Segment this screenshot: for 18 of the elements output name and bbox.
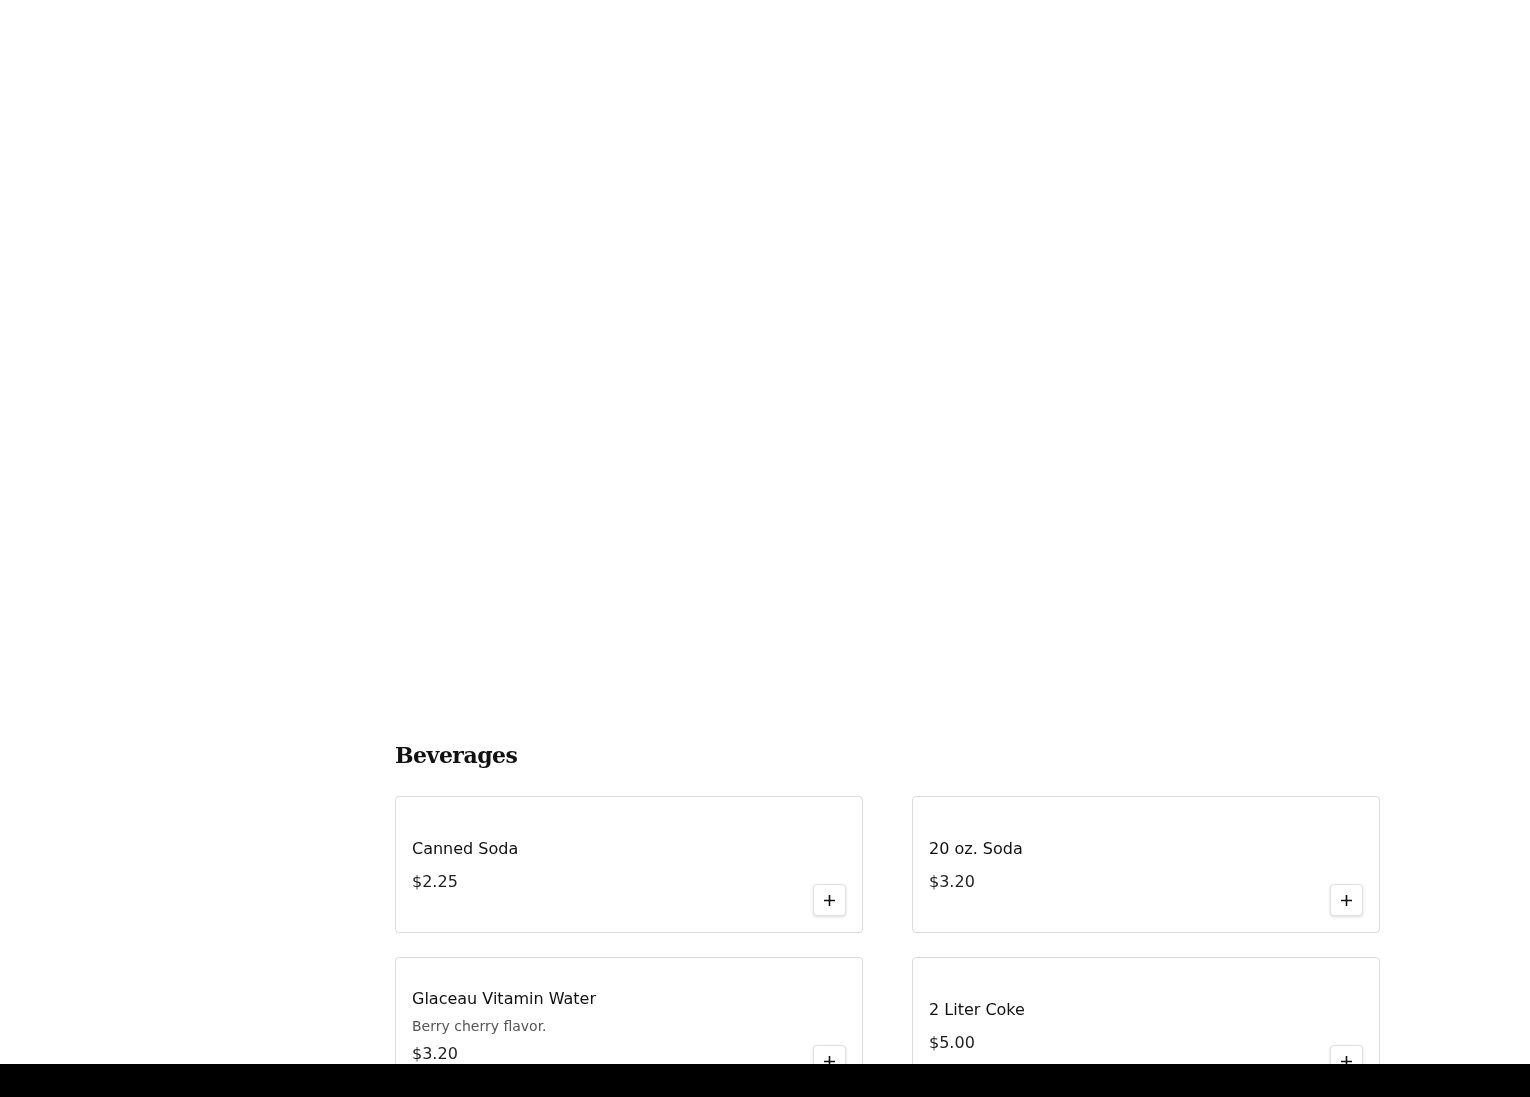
item-name: 20 oz. Soda xyxy=(929,838,1023,858)
plus-icon xyxy=(824,894,835,906)
menu-item-card[interactable]: 20 oz. Soda $3.20 xyxy=(912,796,1380,933)
plus-icon xyxy=(824,1055,835,1064)
item-name: Glaceau Vitamin Water xyxy=(412,988,596,1008)
item-description: Berry cherry flavor. xyxy=(412,1017,547,1034)
section-title: Beverages xyxy=(395,742,518,768)
plus-icon xyxy=(1341,894,1352,906)
item-name: Canned Soda xyxy=(412,838,519,858)
item-price: $2.25 xyxy=(412,871,458,891)
item-price: $5.00 xyxy=(929,1032,975,1052)
item-price: $3.20 xyxy=(412,1043,458,1063)
item-name: 2 Liter Coke xyxy=(929,999,1025,1019)
item-price: $3.20 xyxy=(929,871,975,891)
menu-item-card[interactable]: Canned Soda $2.25 xyxy=(395,796,863,933)
plus-icon xyxy=(1341,1055,1352,1064)
menu-item-card[interactable]: Glaceau Vitamin Water Berry cherry flavor. $3.20 xyxy=(395,957,863,1064)
menu-item-card[interactable]: 2 Liter Coke $5.00 xyxy=(912,957,1380,1064)
